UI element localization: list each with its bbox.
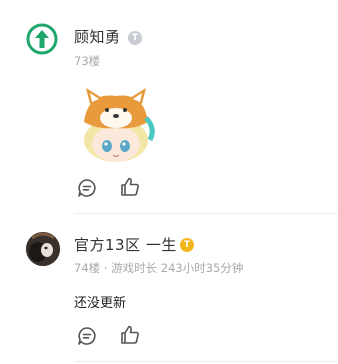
user-level-badge: T <box>180 238 194 252</box>
like-button[interactable] <box>118 175 142 199</box>
user-level-badge: T <box>128 31 142 45</box>
user-avatar[interactable] <box>26 232 60 266</box>
user-avatar[interactable] <box>26 23 58 55</box>
sticker-image[interactable] <box>74 82 158 166</box>
like-icon <box>121 177 139 196</box>
shiba-girl-sticker-icon <box>84 88 155 162</box>
like-icon <box>121 325 139 344</box>
comment-button[interactable] <box>75 324 99 348</box>
comment-icon <box>78 179 96 197</box>
post-content: 还没更新 <box>74 296 127 311</box>
comment-icon <box>78 327 96 345</box>
username[interactable]: 顾知勇 <box>74 26 121 47</box>
arrow-up-logo-icon <box>26 23 58 55</box>
username[interactable]: 官方13区 一生 <box>74 234 177 255</box>
floor-number: 73楼 <box>74 54 101 68</box>
comment-button[interactable] <box>75 176 99 200</box>
post-meta: 74楼 · 游戏时长 243小时35分钟 <box>74 261 244 275</box>
post-divider <box>74 361 338 362</box>
like-button[interactable] <box>118 323 142 347</box>
user-photo-icon <box>26 232 60 266</box>
post-divider <box>74 213 338 214</box>
